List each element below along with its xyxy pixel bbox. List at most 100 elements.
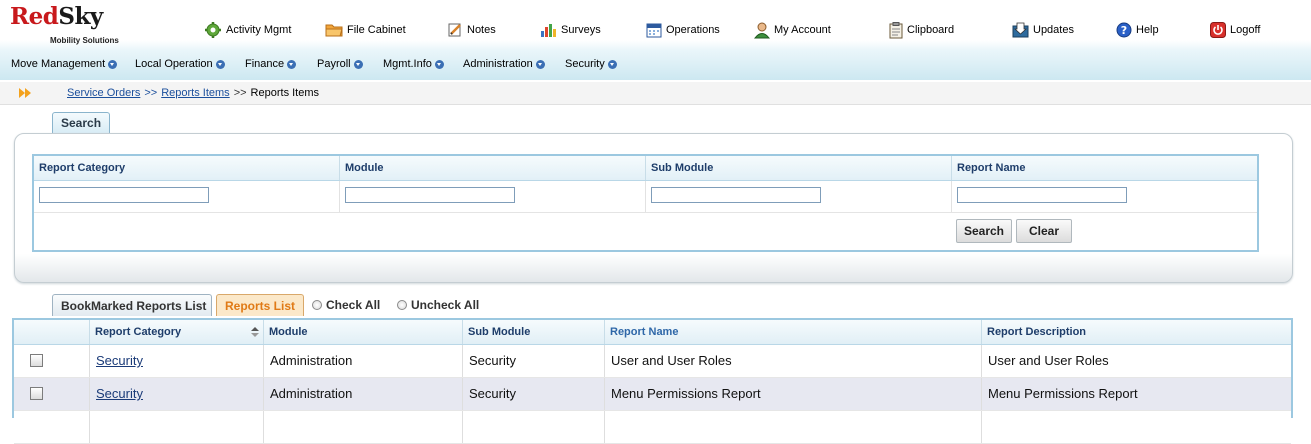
module-input[interactable]: [345, 187, 515, 203]
cell-module: Administration: [264, 378, 463, 410]
nav-operations-label: Operations: [666, 24, 720, 36]
menu-local-operation[interactable]: Local Operation: [135, 54, 225, 74]
notes-icon: [448, 23, 461, 37]
breadcrumb-link-service-orders[interactable]: Service Orders: [67, 87, 140, 99]
tab-bookmarked-reports[interactable]: BookMarked Reports List: [52, 294, 212, 316]
nav-file-cabinet-label: File Cabinet: [347, 24, 406, 36]
breadcrumb: Service Orders >> Reports Items >> Reports I…: [0, 82, 1311, 105]
menu-administration[interactable]: Administration: [463, 54, 545, 74]
nav-surveys-label: Surveys: [561, 24, 601, 36]
svg-text:?: ?: [1121, 24, 1127, 37]
breadcrumb-link-reports-items[interactable]: Reports Items: [161, 87, 229, 99]
table-row: Security Administration Security User an…: [14, 345, 1291, 378]
search-button[interactable]: Search: [956, 219, 1012, 243]
cell-report-description: User and User Roles: [988, 353, 1109, 368]
menu-mgmt-info-label: Mgmt.Info: [383, 58, 432, 70]
nav-notes-label: Notes: [467, 24, 496, 36]
search-panel: Report Category Module Sub Module Report…: [14, 133, 1293, 283]
tab-reports-list[interactable]: Reports List: [216, 294, 304, 316]
row-checkbox[interactable]: [30, 387, 43, 400]
nav-help[interactable]: ? Help: [1116, 20, 1159, 40]
nav-help-label: Help: [1136, 24, 1159, 36]
nav-operations[interactable]: Operations: [646, 20, 720, 40]
table-row: Security Administration Security Menu Pe…: [14, 378, 1291, 411]
nav-my-account-label: My Account: [774, 24, 831, 36]
nav-file-cabinet[interactable]: File Cabinet: [325, 20, 406, 40]
header-sub-module[interactable]: Sub Module: [463, 320, 605, 344]
menu-local-operation-label: Local Operation: [135, 58, 213, 70]
redsky-logo[interactable]: RedSky Mobility Solutions: [10, 3, 119, 46]
search-col-module: Module: [340, 156, 646, 180]
search-col-sub-module: Sub Module: [646, 156, 952, 180]
radio-circle-icon: [397, 300, 407, 310]
radio-circle-icon: [312, 300, 322, 310]
power-icon: [1210, 22, 1226, 38]
dropdown-caret-icon: [108, 59, 118, 69]
menu-move-management-label: Move Management: [11, 58, 106, 70]
user-icon: [754, 22, 770, 38]
nav-activity-mgmt-label: Activity Mgmt: [226, 24, 292, 36]
report-name-input[interactable]: [957, 187, 1127, 203]
header-report-name[interactable]: Report Name: [605, 320, 982, 344]
reports-table: Report Category Module Sub Module Report…: [12, 318, 1293, 444]
category-link[interactable]: Security: [96, 386, 143, 401]
nav-clipboard-label: Clipboard: [907, 24, 955, 36]
help-icon: ?: [1116, 22, 1132, 38]
menu-move-management[interactable]: Move Management: [11, 54, 118, 74]
clear-button[interactable]: Clear: [1016, 219, 1072, 243]
nav-notes[interactable]: Notes: [447, 20, 496, 40]
dropdown-caret-icon: [434, 59, 444, 69]
nav-clipboard[interactable]: Clipboard: [889, 20, 954, 40]
nav-logoff-label: Logoff: [1230, 24, 1261, 36]
dropdown-caret-icon: [215, 59, 225, 69]
play-arrow-icon: [19, 88, 31, 98]
menu-finance-label: Finance: [245, 58, 285, 70]
logo-text-red: Red: [10, 3, 59, 30]
check-all-label: Check All: [326, 298, 381, 312]
check-all-radio[interactable]: Check All: [312, 298, 380, 312]
nav-activity-mgmt[interactable]: Activity Mgmt: [204, 20, 291, 40]
cell-module: Administration: [264, 345, 463, 377]
cell-sub-module: Security: [463, 378, 605, 410]
breadcrumb-separator: >>: [233, 87, 247, 99]
header-report-category[interactable]: Report Category: [90, 320, 264, 344]
breadcrumb-current: Reports Items: [250, 87, 320, 99]
uncheck-all-radio[interactable]: Uncheck All: [397, 298, 479, 312]
sort-icon[interactable]: [251, 327, 259, 337]
category-link[interactable]: Security: [96, 353, 143, 368]
header-checkbox-col: [14, 320, 90, 344]
dropdown-caret-icon: [287, 59, 297, 69]
dropdown-caret-icon: [607, 59, 617, 69]
nav-logoff[interactable]: Logoff: [1210, 20, 1260, 40]
nav-updates[interactable]: Updates: [1012, 20, 1074, 40]
folder-icon: [325, 24, 343, 37]
cell-report-name: User and User Roles: [605, 345, 982, 377]
app-header: RedSky Mobility Solutions Activity Mgmt …: [0, 0, 1311, 80]
search-header-row: Report Category Module Sub Module Report…: [34, 156, 1257, 181]
gear-icon: [205, 22, 221, 38]
breadcrumb-separator: >>: [144, 87, 158, 99]
dropdown-caret-icon: [535, 59, 545, 69]
menu-mgmt-info[interactable]: Mgmt.Info: [383, 54, 444, 74]
header-module[interactable]: Module: [264, 320, 463, 344]
row-checkbox[interactable]: [30, 354, 43, 367]
menu-security-label: Security: [565, 58, 605, 70]
nav-my-account[interactable]: My Account: [754, 20, 831, 40]
menu-payroll[interactable]: Payroll: [317, 54, 363, 74]
report-category-input[interactable]: [39, 187, 209, 203]
nav-surveys[interactable]: Surveys: [540, 20, 601, 40]
calendar-icon: [646, 23, 662, 38]
table-header-row: Report Category Module Sub Module Report…: [14, 320, 1291, 345]
updates-icon: [1012, 22, 1029, 38]
bar-chart-icon: [541, 23, 556, 37]
search-col-report-category: Report Category: [34, 156, 340, 180]
nav-updates-label: Updates: [1033, 24, 1074, 36]
menu-finance[interactable]: Finance: [245, 54, 297, 74]
header-report-description[interactable]: Report Description: [982, 320, 1291, 344]
search-tab[interactable]: Search: [52, 112, 111, 133]
sub-module-input[interactable]: [651, 187, 821, 203]
search-col-report-name: Report Name: [957, 162, 1026, 174]
menu-administration-label: Administration: [463, 58, 533, 70]
menu-security[interactable]: Security: [565, 54, 617, 74]
menu-payroll-label: Payroll: [317, 58, 351, 70]
